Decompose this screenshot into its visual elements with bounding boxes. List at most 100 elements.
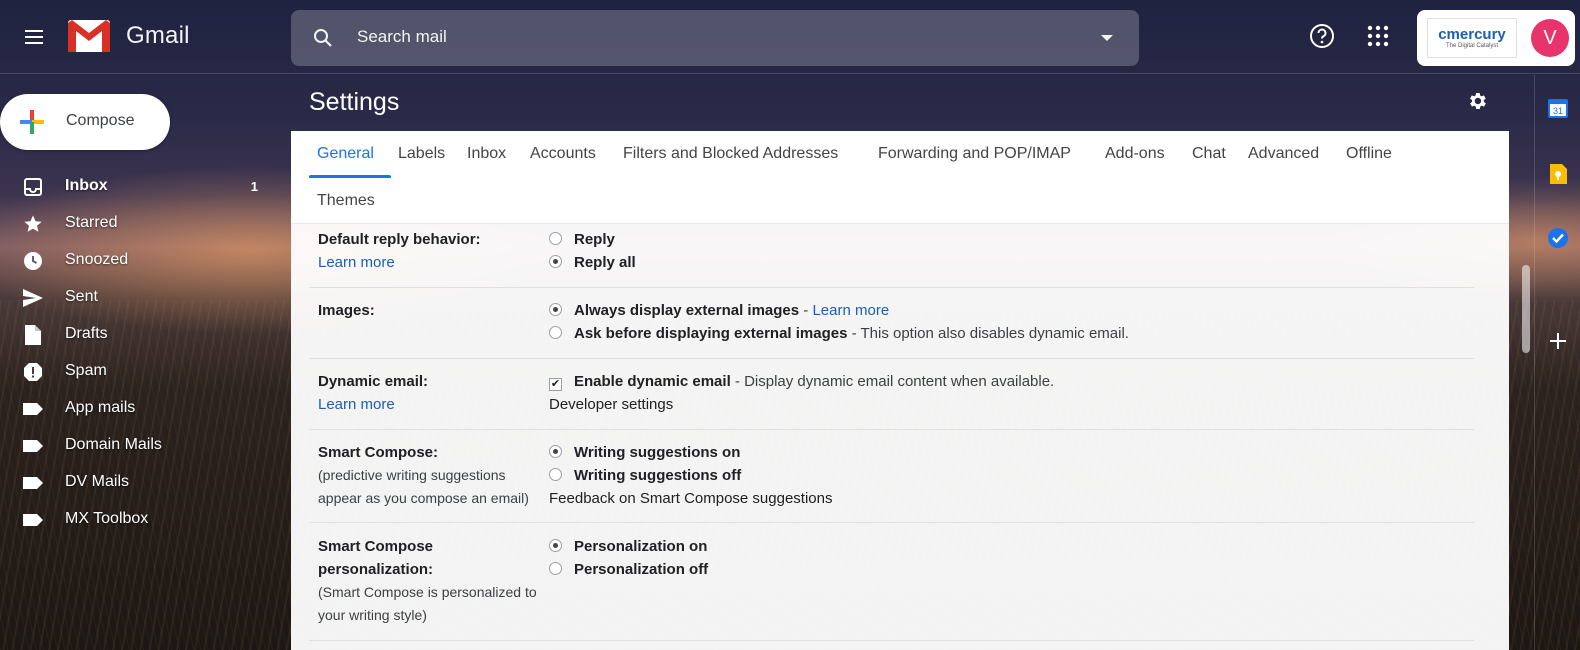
inbox-icon [22,176,44,198]
settings-tabs: General Labels Inbox Accounts Filters an… [291,131,1509,224]
setting-description: (Smart Compose is personalized to [318,584,537,600]
setting-dynamic-email: Dynamic email: Learn more ✔ Enable dynami… [309,359,1474,430]
learn-more-link[interactable]: Learn more [318,393,395,416]
compose-label: Compose [66,112,135,129]
setting-smart-compose: Smart Compose: (predictive writing sugge… [309,430,1474,523]
search-input[interactable]: Search mail [357,27,447,47]
tab-inbox[interactable]: Inbox [467,145,506,163]
page-title: Settings [309,88,400,116]
settings-panel: General Labels Inbox Accounts Filters an… [291,131,1509,650]
tab-filters[interactable]: Filters and Blocked Addresses [623,145,838,163]
tab-chat[interactable]: Chat [1192,145,1226,163]
setting-description: your writing style) [318,607,427,623]
tasks-icon[interactable] [1547,227,1569,249]
hamburger-icon [25,30,43,44]
radio-ask-before[interactable] [549,326,562,339]
search-options-chevron-icon[interactable] [1101,35,1113,41]
tab-labels[interactable]: Labels [398,145,445,163]
suggestions-off-option[interactable]: Writing suggestions off [549,467,741,484]
personalization-off-option[interactable]: Personalization off [549,561,708,578]
tab-themes[interactable]: Themes [317,192,375,210]
reply-all-option[interactable]: Reply all [549,254,636,271]
sidebar-item-dv-mails[interactable]: DV Mails [0,464,280,501]
scrollbar-thumb[interactable] [1522,265,1530,353]
label-icon [22,509,44,531]
spam-icon [22,361,44,383]
setting-label: Smart Compose [318,538,434,555]
radio-reply-all[interactable] [549,255,562,268]
tab-general[interactable]: General [317,145,374,163]
search-bar[interactable]: Search mail [291,10,1139,66]
top-bar: Gmail Search mail cmercury The Digital C… [0,0,1580,74]
setting-label: Smart Compose: [318,444,439,461]
keep-icon[interactable] [1547,163,1569,185]
suggestions-on-option[interactable]: Writing suggestions on [549,444,740,461]
account-switcher[interactable]: cmercury The Digital Catalyst V [1417,10,1575,66]
sidebar-item-spam[interactable]: Spam [0,353,280,390]
images-ask-option[interactable]: Ask before displaying external images - … [549,325,1129,342]
compose-plus-icon [20,110,44,134]
setting-label: Default reply behavior: [318,231,481,248]
smart-compose-feedback-link[interactable]: Feedback on Smart Compose suggestions [549,490,832,507]
sidebar-item-starred[interactable]: Starred [0,205,280,242]
draft-icon [22,324,44,346]
setting-default-reply: Default reply behavior: Learn more Reply… [309,224,1474,288]
tab-accounts[interactable]: Accounts [530,145,596,163]
dynamic-email-option[interactable]: ✔ Enable dynamic email - Display dynamic … [549,373,1054,391]
sidebar-item-drafts[interactable]: Drafts [0,316,280,353]
add-icon[interactable] [1547,330,1569,352]
tab-forwarding[interactable]: Forwarding and POP/IMAP [878,145,1071,163]
compose-button[interactable]: Compose [0,94,170,150]
side-panel: 31 [1534,75,1580,650]
tab-offline[interactable]: Offline [1346,145,1392,163]
active-tab-indicator [309,175,391,178]
label-icon [22,472,44,494]
apps-grid-icon[interactable] [1366,24,1390,48]
setting-images: Images: Always display external images -… [309,288,1474,359]
setting-label: Images: [318,302,375,319]
gmail-m-icon [68,20,110,52]
developer-settings-link[interactable]: Developer settings [549,396,673,413]
setting-personalization: Smart Compose personalization: (Smart Co… [309,523,1474,641]
star-icon [22,213,44,235]
tab-addons[interactable]: Add-ons [1105,145,1165,163]
radio-always-display[interactable] [549,303,562,316]
setting-description: (predictive writing suggestions [318,467,506,483]
dynamic-email-checkbox[interactable]: ✔ [549,378,562,391]
scrollbar[interactable] [1522,225,1530,645]
search-icon[interactable] [311,26,335,50]
radio-reply[interactable] [549,232,562,245]
reply-option[interactable]: Reply [549,231,615,248]
label-icon [22,435,44,457]
gear-icon[interactable] [1466,90,1488,112]
svg-text:31: 31 [1553,106,1563,116]
sidebar-item-inbox[interactable]: Inbox 1 [0,168,280,205]
avatar[interactable]: V [1531,19,1569,57]
radio-suggestions-off[interactable] [549,468,562,481]
gmail-brand: Gmail [126,22,190,49]
clock-icon [22,250,44,272]
organization-logo: cmercury The Digital Catalyst [1427,18,1517,58]
sidebar-item-sent[interactable]: Sent [0,279,280,316]
setting-label: Dynamic email: [318,373,429,390]
personalization-on-option[interactable]: Personalization on [549,538,707,555]
sidebar-item-domain-mails[interactable]: Domain Mails [0,427,280,464]
send-icon [22,287,44,309]
main-menu-button[interactable] [14,17,54,57]
radio-suggestions-on[interactable] [549,445,562,458]
learn-more-link[interactable]: Learn more [812,302,889,319]
learn-more-link[interactable]: Learn more [318,251,395,274]
sidebar-item-app-mails[interactable]: App mails [0,390,280,427]
radio-personalization-on[interactable] [549,539,562,552]
setting-description: appear as you compose an email) [318,490,529,506]
help-icon[interactable] [1308,22,1336,50]
calendar-icon[interactable]: 31 [1547,97,1569,119]
images-always-option[interactable]: Always display external images - Learn m… [549,302,889,319]
sidebar-item-snoozed[interactable]: Snoozed [0,242,280,279]
gmail-logo[interactable] [66,18,112,56]
tab-advanced[interactable]: Advanced [1248,145,1319,163]
inbox-unread-count: 1 [250,179,258,194]
sidebar-item-mx-toolbox[interactable]: MX Toolbox [0,501,280,538]
radio-personalization-off[interactable] [549,562,562,575]
label-icon [22,398,44,420]
